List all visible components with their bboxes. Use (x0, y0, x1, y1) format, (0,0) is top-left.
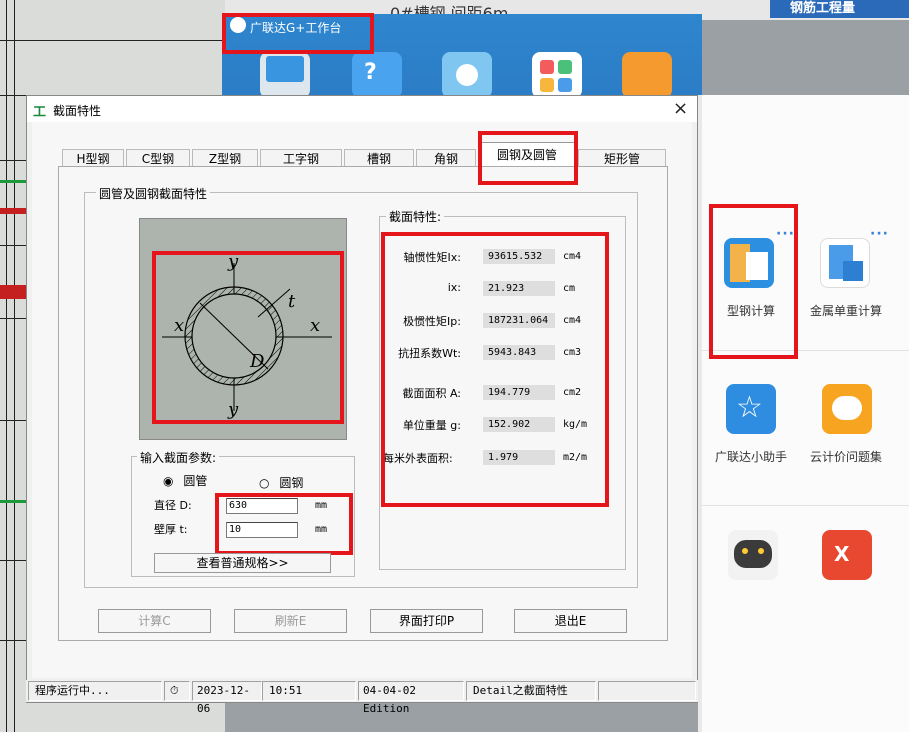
close-icon[interactable]: × (673, 98, 688, 119)
help-chat-icon[interactable]: ? (352, 52, 402, 98)
radio-selected-icon[interactable]: ◉ (163, 474, 173, 488)
apps-grid-icon[interactable] (532, 52, 582, 98)
clock-icon: ⏱ (164, 681, 190, 701)
app-label-cloud-pricing[interactable]: 云计价问题集 (796, 448, 896, 465)
metal-weight-icon[interactable] (820, 238, 870, 288)
status-edition: 04-04-02 Edition (358, 681, 464, 715)
highlight-gplus-title (222, 13, 374, 54)
diameter-label: 直径 D: (154, 499, 192, 512)
section-group-title: 圆管及圆钢截面特性 (96, 185, 211, 202)
highlight-properties (381, 232, 609, 507)
thickness-label: 壁厚 t: (154, 523, 188, 536)
status-running: 程序运行中... (28, 681, 162, 701)
robot-icon[interactable] (728, 530, 778, 580)
tab-channel[interactable]: 槽钢 (344, 149, 414, 167)
highlight-inputs (215, 493, 353, 555)
tab-h-steel[interactable]: H型钢 (62, 149, 124, 167)
cloud-pricing-icon[interactable] (822, 384, 872, 434)
view-specs-button[interactable]: 查看普通规格>> (154, 553, 331, 573)
tab-angle[interactable]: 角钢 (416, 149, 476, 167)
status-empty (598, 681, 696, 701)
highlight-active-tab (478, 131, 578, 185)
tab-z-steel[interactable]: Z型钢 (192, 149, 258, 167)
status-detail: Detail之截面特性 (466, 681, 596, 701)
input-group-title: 输入截面参数: (137, 449, 220, 466)
print-button[interactable]: 界面打印P (370, 609, 483, 633)
dialog-title: 截面特性 (53, 104, 102, 118)
computer-icon[interactable] (260, 52, 310, 98)
background-banner: 钢筋工程量 (770, 0, 909, 18)
assistant-star-icon[interactable]: ☆ (726, 384, 776, 434)
tab-c-steel[interactable]: C型钢 (126, 149, 190, 167)
radio-pipe[interactable]: ◉ 圆管 (163, 472, 207, 489)
excel-icon[interactable]: X (822, 530, 872, 580)
tab-rect-tube[interactable]: 矩形管 (578, 149, 666, 167)
toolbox-icon[interactable] (622, 52, 672, 98)
app-icon: 工 (33, 105, 47, 120)
radio-unselected-icon[interactable]: ○ (259, 476, 269, 490)
highlight-diagram (152, 251, 344, 424)
radio-bar-label: 圆钢 (279, 476, 304, 490)
status-date: 2023-12-06 (192, 681, 262, 715)
status-bar: 程序运行中... ⏱ 2023-12-06 10:51 04-04-02 Edi… (26, 680, 698, 715)
radio-pipe-label: 圆管 (183, 474, 208, 488)
refresh-button[interactable]: 刷新E (234, 609, 347, 633)
exit-button[interactable]: 退出E (514, 609, 627, 633)
calculate-button[interactable]: 计算C (98, 609, 211, 633)
tab-i-beam[interactable]: 工字钢 (260, 149, 342, 167)
dialog-titlebar: 工 截面特性 × (27, 96, 697, 122)
highlight-steel-calc (709, 204, 798, 359)
app-label-assistant[interactable]: 广联达小助手 (701, 448, 801, 465)
more-icon[interactable]: ··· (870, 226, 889, 242)
video-icon[interactable] (442, 52, 492, 98)
status-time: 10:51 (262, 681, 356, 701)
radio-bar[interactable]: ○ 圆钢 (259, 474, 303, 491)
properties-title: 截面特性: (386, 208, 445, 225)
app-label-metal-weight[interactable]: 金属单重计算 (796, 302, 896, 319)
